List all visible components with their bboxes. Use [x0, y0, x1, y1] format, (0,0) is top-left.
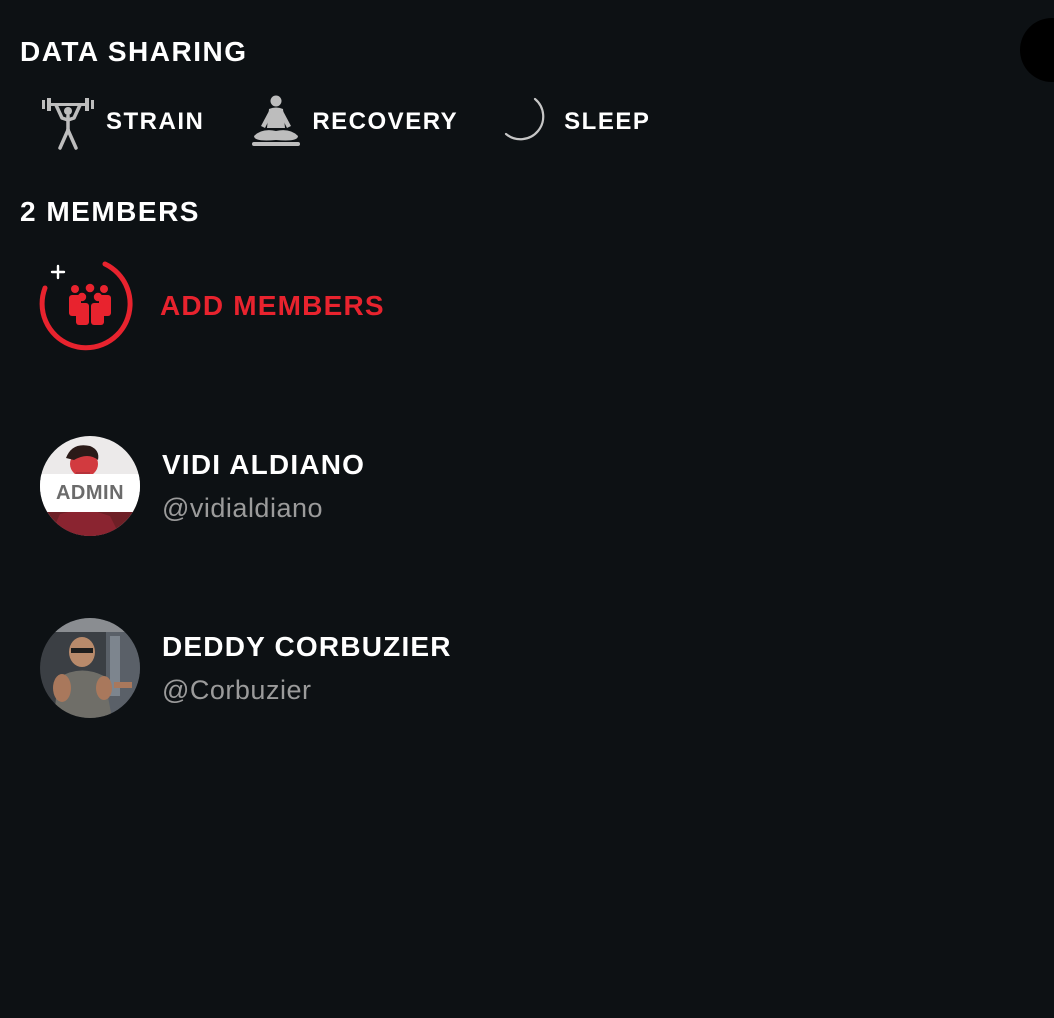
share-item-recovery[interactable]: RECOVERY [248, 92, 458, 152]
share-item-label: STRAIN [106, 108, 205, 135]
share-item-strain[interactable]: STRAIN [38, 92, 204, 152]
member-name: DEDDY CORBUZIER [162, 631, 452, 662]
member-info: VIDI ALDIANO @vidialdiano [162, 448, 365, 524]
add-members-label: ADD MEMBERS [160, 290, 385, 321]
admin-badge: ADMIN [40, 474, 140, 512]
member-handle: @vidialdiano [162, 493, 323, 523]
share-item-label: SLEEP [564, 108, 651, 135]
avatar: ADMIN [40, 436, 140, 536]
avatar [40, 618, 140, 718]
share-item-sleep[interactable]: SLEEP [502, 92, 650, 152]
meditation-icon [248, 92, 304, 152]
share-item-label: RECOVERY [312, 108, 459, 135]
team-settings-page: DATA SHARING STRAIN RECOVERY SLEEP 2 MEM… [0, 0, 1054, 1018]
moon-icon [502, 92, 556, 152]
overflow-button[interactable] [1020, 18, 1054, 82]
weightlifter-icon [38, 92, 98, 152]
member-handle: @Corbuzier [162, 675, 312, 705]
member-name: VIDI ALDIANO [162, 449, 366, 480]
member-photo [40, 618, 140, 718]
member-info: DEDDY CORBUZIER @Corbuzier [162, 630, 452, 706]
add-members-button[interactable]: ADD MEMBERS [38, 256, 385, 356]
data-sharing-list: STRAIN RECOVERY SLEEP [38, 92, 650, 152]
member-row[interactable]: DEDDY CORBUZIER @Corbuzier [40, 618, 452, 718]
members-count-title: 2 MEMBERS [20, 196, 200, 227]
add-group-icon [38, 256, 140, 356]
member-row[interactable]: ADMIN VIDI ALDIANO @vidialdiano [40, 436, 365, 536]
data-sharing-title: DATA SHARING [20, 36, 248, 67]
